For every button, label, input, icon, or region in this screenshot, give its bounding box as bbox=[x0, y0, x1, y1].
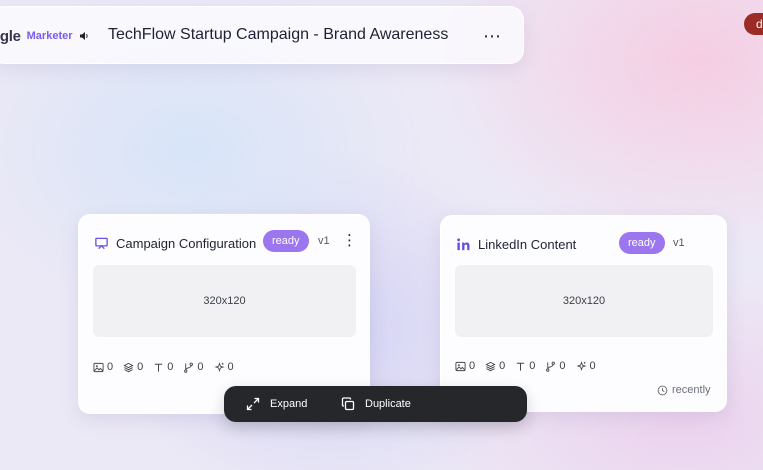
status-badge: ready bbox=[619, 232, 665, 254]
stat-branches: 0 bbox=[545, 360, 566, 372]
stat-text: 0 bbox=[153, 361, 173, 373]
brand-logo[interactable]: ogle Marketer bbox=[0, 7, 89, 65]
version-label: v1 bbox=[673, 237, 685, 249]
version-label: v1 bbox=[318, 235, 330, 247]
card-header: Campaign Configuration bbox=[93, 233, 355, 253]
brand-name: ogle bbox=[0, 27, 21, 45]
git-branch-icon bbox=[546, 361, 556, 372]
layers-icon bbox=[485, 361, 496, 371]
card-campaign-configuration[interactable]: Campaign Configuration ready v1 ⋮ 320x12… bbox=[78, 214, 370, 414]
card-linkedin-content[interactable]: LinkedIn Content ready v1 320x120 0 0 0 … bbox=[440, 215, 727, 412]
image-icon bbox=[93, 362, 104, 372]
card-menu-button[interactable]: ⋮ bbox=[342, 233, 357, 248]
git-branch-icon bbox=[184, 362, 194, 373]
layers-icon bbox=[123, 362, 134, 372]
stat-effects: 0 bbox=[576, 360, 596, 372]
presentation-icon bbox=[93, 235, 109, 251]
card-preview: 320x120 bbox=[93, 265, 356, 337]
stat-effects: 0 bbox=[214, 361, 234, 373]
text-icon bbox=[517, 362, 525, 371]
card-title: Campaign Configuration bbox=[116, 235, 257, 251]
stat-text: 0 bbox=[515, 360, 535, 372]
page-title: TechFlow Startup Campaign - Brand Awaren… bbox=[108, 26, 449, 43]
clock-icon bbox=[657, 385, 668, 395]
stat-branches: 0 bbox=[183, 361, 204, 373]
expand-label: Expand bbox=[270, 398, 308, 410]
linkedin-icon bbox=[455, 236, 471, 252]
duplicate-label: Duplicate bbox=[365, 398, 411, 410]
more-options-button[interactable]: ⋯ bbox=[481, 25, 503, 47]
user-avatar[interactable]: d bbox=[744, 13, 763, 35]
card-stats: 0 0 0 0 0 bbox=[93, 361, 234, 373]
expand-icon bbox=[246, 397, 260, 411]
stat-layers: 0 bbox=[123, 361, 143, 373]
status-badge: ready bbox=[263, 230, 309, 252]
card-stats: 0 0 0 0 0 bbox=[455, 360, 596, 372]
duplicate-button[interactable]: Duplicate bbox=[341, 386, 411, 422]
copy-icon bbox=[341, 397, 355, 411]
card-title: LinkedIn Content bbox=[478, 236, 577, 252]
image-icon bbox=[455, 361, 466, 371]
brand-sub: Marketer bbox=[26, 30, 73, 42]
sparkle-icon bbox=[214, 361, 224, 372]
speaker-icon bbox=[79, 32, 88, 40]
sparkle-icon bbox=[576, 360, 586, 371]
stat-images: 0 bbox=[93, 361, 113, 373]
last-updated: recently bbox=[657, 384, 711, 396]
campaign-header: ogle Marketer TechFlow Startup Campaign … bbox=[0, 6, 524, 64]
card-preview: 320x120 bbox=[455, 265, 713, 337]
preview-size-label: 320x120 bbox=[203, 295, 246, 307]
stat-images: 0 bbox=[455, 360, 475, 372]
more-horizontal-icon: ⋯ bbox=[483, 26, 501, 46]
text-icon bbox=[155, 363, 163, 372]
expand-button[interactable]: Expand bbox=[246, 386, 307, 422]
stat-layers: 0 bbox=[485, 360, 505, 372]
preview-size-label: 320x120 bbox=[562, 295, 606, 307]
card-action-toolbar: Expand Duplicate bbox=[224, 386, 527, 422]
